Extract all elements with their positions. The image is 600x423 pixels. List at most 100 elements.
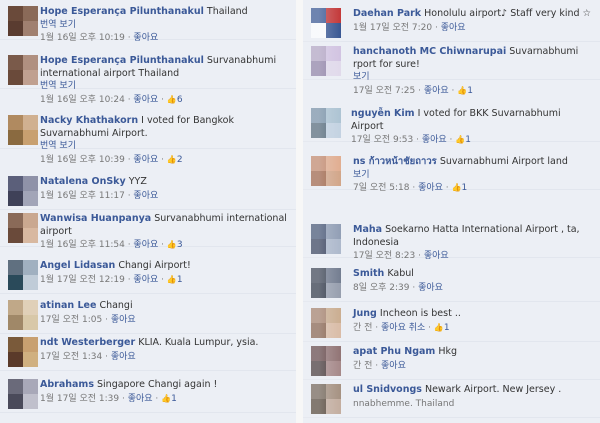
like-count[interactable]: 6 <box>177 95 183 105</box>
like-count[interactable]: 1 <box>171 394 177 404</box>
commenter-name[interactable]: Nacky Khathakorn <box>40 115 138 126</box>
comment-timestamp[interactable]: 1월 16일 오후 11:17 <box>40 191 125 201</box>
avatar[interactable] <box>8 55 38 85</box>
avatar[interactable] <box>8 115 38 145</box>
avatar[interactable] <box>8 300 38 330</box>
comment-meta: 1월 16일 오후 10:39 · 좋아요 · 👍2 <box>40 154 183 165</box>
commenter-name[interactable]: nguyễn Kim <box>351 108 415 119</box>
comment-timestamp[interactable]: 간 전 <box>353 361 372 371</box>
comment-item: Hope Esperança Pilunthanakul Thailand 번역 … <box>0 2 296 43</box>
like-count[interactable]: 1 <box>465 135 471 145</box>
like-button[interactable]: 좋아요 <box>133 33 158 43</box>
comment-text: Soekarno Hatta International Airport , t… <box>353 224 580 248</box>
commenter-name[interactable]: Hope Esperança Pilunthanakul <box>40 55 204 66</box>
see-translation-link[interactable]: 번역 보기 <box>40 80 292 93</box>
like-button[interactable]: 좋아요 <box>441 23 466 33</box>
comment-meta: 17일 오전 9:53 · 좋아요 · 👍1 <box>351 135 471 145</box>
comment-meta: 17일 오전 1:05 · 좋아요 <box>40 314 136 325</box>
like-button[interactable]: 좋아요 <box>133 155 158 165</box>
commenter-name[interactable]: Smith <box>353 268 384 279</box>
like-count[interactable]: 3 <box>177 240 183 250</box>
commenter-name[interactable]: hanchanoth MC Chiwnarupai <box>353 46 506 57</box>
commenter-name[interactable]: Jung <box>353 308 377 319</box>
comment-text: Newark Airport. New Jersey . <box>424 384 562 395</box>
commenter-name[interactable]: ul Snidvongs <box>353 384 422 395</box>
comment-timestamp[interactable]: 1월 17일 오전 7:20 <box>353 23 432 33</box>
like-count[interactable]: 1 <box>467 86 473 96</box>
comment-timestamp[interactable]: 1월 16일 오후 11:54 <box>40 240 125 250</box>
thumbs-up-icon[interactable]: 👍 <box>167 95 177 104</box>
thumbs-up-icon[interactable]: 👍 <box>434 323 444 332</box>
comment-meta: 1월 17일 오전 1:39 · 좋아요 · 👍1 <box>40 393 177 404</box>
thumbs-up-icon[interactable]: 👍 <box>452 183 462 192</box>
see-translation-link[interactable]: 번역 보기 <box>40 140 292 153</box>
comment-timestamp[interactable]: 1월 17일 오전 1:39 <box>40 394 119 404</box>
avatar[interactable] <box>8 213 38 243</box>
like-button[interactable]: 좋아요 <box>381 361 406 371</box>
like-button[interactable]: 좋아요 <box>422 135 447 145</box>
commenter-name[interactable]: ndt Westerberger <box>40 337 135 348</box>
avatar[interactable] <box>8 260 38 290</box>
comment-timestamp[interactable]: 17일 오전 8:23 <box>353 251 415 261</box>
thumbs-up-icon[interactable]: 👍 <box>167 155 177 164</box>
like-button[interactable]: 좋아요 <box>111 352 136 362</box>
like-button[interactable]: 좋아요 <box>133 95 158 105</box>
comment-timestamp[interactable]: 간 전 <box>353 323 372 333</box>
comment-timestamp[interactable]: 17일 오전 7:25 <box>353 86 415 96</box>
comment-item: nguyễn Kim I voted for BKK Suvarnabhumi … <box>303 104 600 145</box>
comment-timestamp[interactable]: 7일 오전 5:18 <box>353 183 410 193</box>
thumbs-up-icon[interactable]: 👍 <box>167 240 177 249</box>
like-count[interactable]: 1 <box>177 275 183 285</box>
comment-timestamp[interactable]: 1월 16일 오후 10:19 <box>40 33 125 43</box>
like-button[interactable]: 좋아요 <box>133 191 158 201</box>
commenter-name[interactable]: Daehan Park <box>353 8 421 19</box>
like-button[interactable]: 좋아요 취소 <box>381 323 425 333</box>
commenter-name[interactable]: Angel Lidasan <box>40 260 115 271</box>
like-button[interactable]: 좋아요 <box>128 394 153 404</box>
see-translation-link[interactable]: 보기 <box>353 71 596 84</box>
comment-text: KLIA. Kuala Lumpur, ysia. <box>138 337 259 348</box>
comment-timestamp[interactable]: 17일 오전 9:53 <box>351 135 413 145</box>
comment-text: Thailand <box>206 6 248 17</box>
like-button[interactable]: 좋아요 <box>418 283 443 293</box>
comment-meta: 간 전 · 좋아요 <box>353 360 406 371</box>
like-button[interactable]: 좋아요 <box>424 251 449 261</box>
commenter-name[interactable]: ns ก้าวหน้าชัยถาวร <box>353 156 437 167</box>
comment-timestamp[interactable]: 17일 오전 1:34 <box>40 352 102 362</box>
comment-meta: nnabhemme. Thailand <box>353 398 596 411</box>
commenter-name[interactable]: Maha <box>353 224 382 235</box>
commenter-name[interactable]: Abrahams <box>40 379 94 390</box>
like-button[interactable]: 좋아요 <box>111 315 136 325</box>
commenter-name[interactable]: Natalena OnSky <box>40 176 126 187</box>
thumbs-up-icon[interactable]: 👍 <box>167 275 177 284</box>
comment-timestamp[interactable]: 17일 오전 1:05 <box>40 315 102 325</box>
commenter-name[interactable]: Wanwisa Huanpanya <box>40 213 151 224</box>
comment-timestamp[interactable]: nnabhemme. Thailand <box>353 399 454 409</box>
comment-timestamp[interactable]: 1월 17일 오전 12:19 <box>40 275 125 285</box>
like-button[interactable]: 좋아요 <box>424 86 449 96</box>
see-translation-link[interactable]: 번역 보기 <box>40 19 292 32</box>
avatar[interactable] <box>8 379 38 409</box>
commenter-name[interactable]: apat Phu Ngam <box>353 346 435 357</box>
like-count[interactable]: 1 <box>462 183 468 193</box>
thumbs-up-icon[interactable]: 👍 <box>161 394 171 403</box>
commenter-name[interactable]: atinan Lee <box>40 300 96 311</box>
like-count[interactable]: 2 <box>177 155 183 165</box>
comment-timestamp[interactable]: 8일 오후 2:39 <box>353 283 410 293</box>
thumbs-up-icon[interactable]: 👍 <box>457 86 467 95</box>
like-button[interactable]: 좋아요 <box>133 275 158 285</box>
like-count[interactable]: 1 <box>444 323 450 333</box>
comment-item: Smith Kabul 8일 오후 2:39 · 좋아요 <box>303 264 600 302</box>
comment-item: ul Snidvongs Newark Airport. New Jersey … <box>303 380 600 418</box>
comment-timestamp[interactable]: 1월 16일 오후 10:24 <box>40 95 125 105</box>
comment-meta: 7일 오전 5:18 · 좋아요 · 👍1 <box>353 183 468 193</box>
see-translation-link[interactable]: 보기 <box>353 169 596 182</box>
thumbs-up-icon[interactable]: 👍 <box>455 135 465 144</box>
avatar[interactable] <box>8 6 38 36</box>
avatar[interactable] <box>8 337 38 367</box>
like-button[interactable]: 좋아요 <box>418 183 443 193</box>
like-button[interactable]: 좋아요 <box>133 240 158 250</box>
avatar[interactable] <box>8 176 38 206</box>
commenter-name[interactable]: Hope Esperança Pilunthanakul <box>40 6 204 17</box>
comment-timestamp[interactable]: 1월 16일 오후 10:39 <box>40 155 125 165</box>
